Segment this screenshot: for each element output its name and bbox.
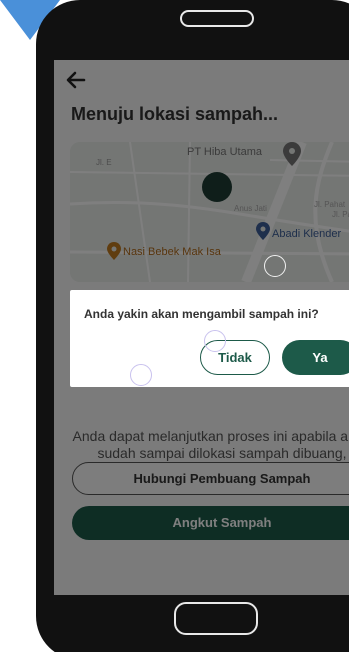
touch-ripple-indicator [204, 330, 226, 352]
phone-speaker [180, 10, 254, 27]
touch-ripple-indicator [264, 255, 286, 277]
app-screen: Menuju lokasi sampah... PT Hiba Utama Jl… [54, 60, 349, 595]
home-button[interactable] [174, 602, 258, 635]
stage: Menuju lokasi sampah... PT Hiba Utama Jl… [0, 0, 349, 652]
dialog-message: Anda yakin akan mengambil sampah ini? [84, 307, 319, 321]
confirm-dialog: Anda yakin akan mengambil sampah ini? Ti… [70, 290, 349, 387]
touch-ripple-indicator [130, 364, 152, 386]
ya-button[interactable]: Ya [282, 340, 349, 375]
